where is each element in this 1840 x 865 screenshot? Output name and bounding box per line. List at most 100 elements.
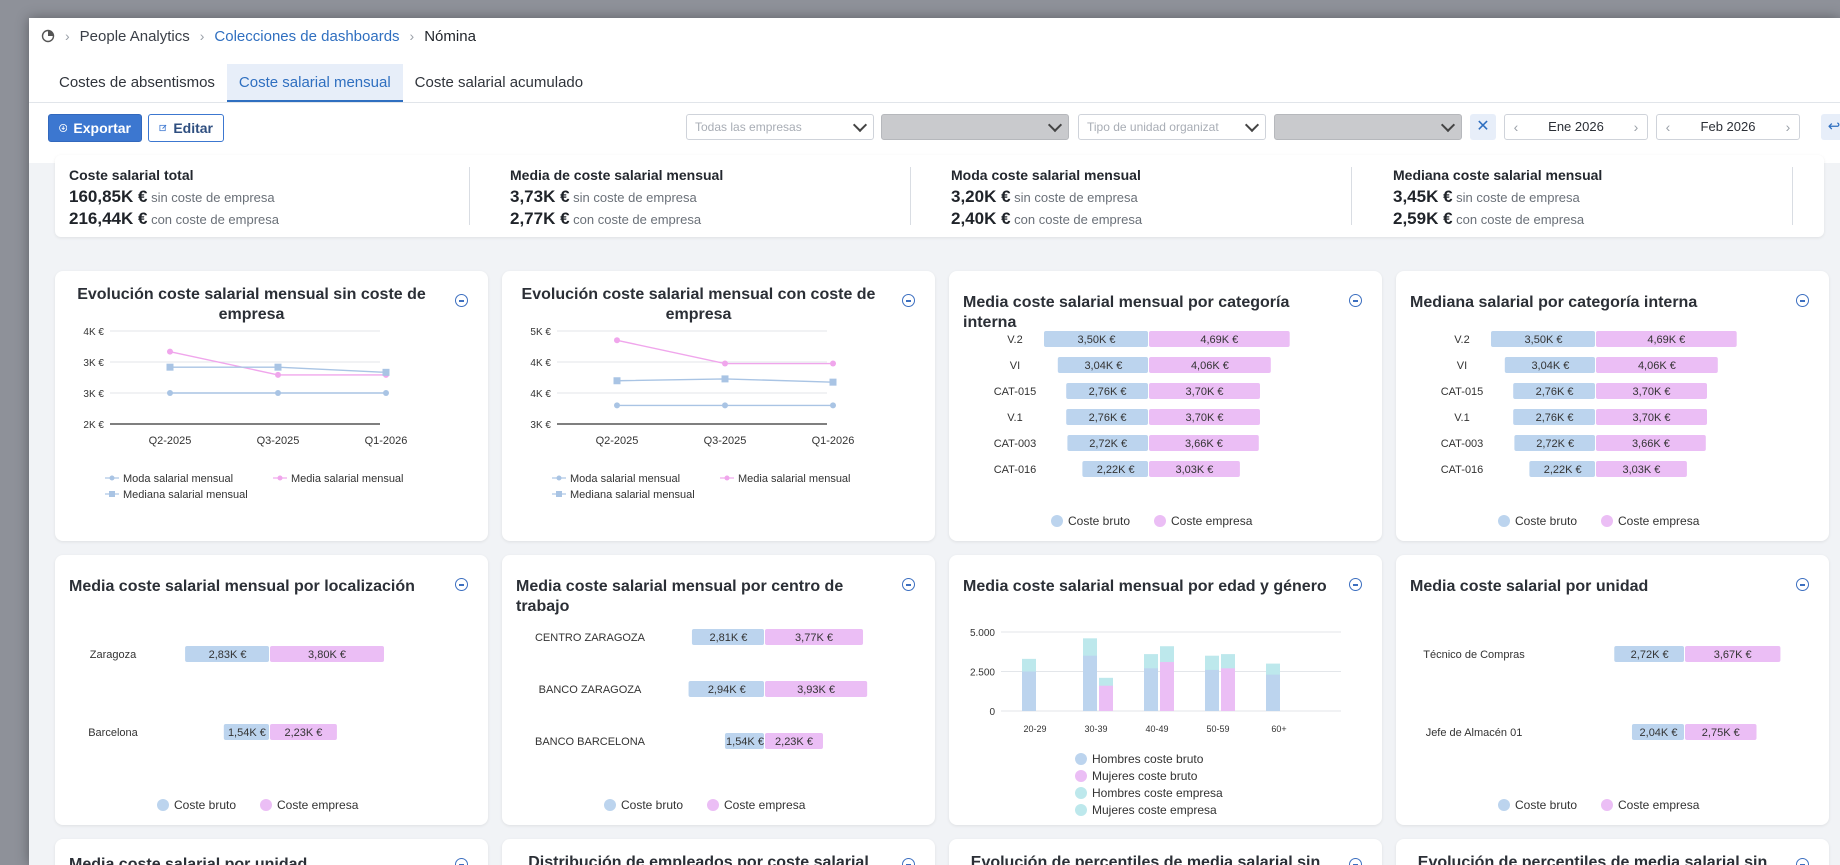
chevron-right-icon[interactable]: › xyxy=(1627,115,1645,139)
y-tick-label: 5.000 xyxy=(970,628,995,639)
clear-filters-button[interactable]: ✕ xyxy=(1470,114,1496,140)
data-point xyxy=(830,360,836,367)
legend-label: Coste empresa xyxy=(724,798,806,812)
breadcrumb-separator: › xyxy=(409,28,415,44)
bar-coste-bruto xyxy=(1221,668,1235,711)
collapse-icon[interactable] xyxy=(902,858,915,865)
collapse-icon[interactable] xyxy=(455,858,468,865)
chevron-left-icon[interactable]: ‹ xyxy=(1507,115,1525,139)
data-point xyxy=(722,402,728,409)
bar-value-label: 2,72K € xyxy=(1536,438,1574,450)
bar-value-label: 3,03K € xyxy=(1622,464,1660,476)
data-point xyxy=(614,337,620,344)
data-point xyxy=(722,360,728,367)
category-label: Técnico de Compras xyxy=(1423,649,1525,661)
card-title-line: Evolución coste salarial mensual con cos… xyxy=(521,286,876,303)
collapse-icon[interactable] xyxy=(455,294,468,307)
bar-value-label: 4,06K € xyxy=(1638,360,1676,372)
bar-coste-bruto xyxy=(1022,671,1036,711)
date-from-picker[interactable]: ‹ Ene 2026 › xyxy=(1504,114,1648,140)
legend-marker xyxy=(556,475,562,481)
breadcrumb-collection[interactable]: Colecciones de dashboards xyxy=(214,28,399,45)
export-button[interactable]: Exportar xyxy=(48,114,142,142)
bar-value-label: 1,54K € xyxy=(228,727,266,739)
unit-select[interactable] xyxy=(1274,114,1462,140)
x-tick-label: 50-59 xyxy=(1206,724,1229,734)
y-tick-label: 4K € xyxy=(83,327,104,338)
dashboard-tabs: Costes de absentismos Coste salarial men… xyxy=(47,64,595,102)
kpi-line: 3,45K € sin coste de empresa xyxy=(1393,187,1813,207)
bar-value-label: 3,70K € xyxy=(1186,412,1224,424)
kpi-divider xyxy=(469,167,470,225)
data-point xyxy=(167,348,173,355)
collapse-icon[interactable] xyxy=(1349,858,1362,865)
legend-marker xyxy=(707,799,719,811)
x-tick-label: Q2-2025 xyxy=(596,435,639,447)
bar-value-label: 1,54K € xyxy=(726,736,764,748)
tab-coste-salarial-acumulado[interactable]: Coste salarial acumulado xyxy=(403,64,595,102)
edit-icon xyxy=(159,124,167,132)
legend-label: Coste bruto xyxy=(174,798,236,812)
tabs-divider xyxy=(29,102,1840,103)
close-icon: ✕ xyxy=(1476,118,1490,135)
x-tick-label: 40-49 xyxy=(1145,724,1168,734)
bar-value-label: 3,70K € xyxy=(1633,386,1671,398)
legend-label: Moda salarial mensual xyxy=(570,473,680,485)
legend-label: Media salarial mensual xyxy=(738,473,851,485)
bar-value-label: 2,76K € xyxy=(1089,386,1127,398)
kpi-moda: Moda coste salarial mensual 3,20K € sin … xyxy=(951,167,1371,229)
data-point xyxy=(613,377,621,385)
bar-value-label: 2,76K € xyxy=(1536,386,1574,398)
card-unidad-2: Media coste salarial por unidad xyxy=(55,839,488,865)
chevron-right-icon[interactable]: › xyxy=(1779,115,1797,139)
y-tick-label: 0 xyxy=(989,707,995,718)
legend-label: Coste empresa xyxy=(1618,798,1700,812)
data-point xyxy=(829,378,837,386)
company-select-placeholder: Todas las empresas xyxy=(695,120,802,134)
breadcrumb-current: Nómina xyxy=(424,27,476,45)
export-label: Exportar xyxy=(73,120,131,136)
unit-type-select[interactable]: Tipo de unidad organizat xyxy=(1078,114,1266,140)
analytics-icon[interactable] xyxy=(41,29,55,43)
bar-value-label: 3,70K € xyxy=(1186,386,1224,398)
kpi-note: con coste de empresa xyxy=(573,212,702,227)
date-from-value: Ene 2026 xyxy=(1548,119,1604,134)
breadcrumb-root[interactable]: People Analytics xyxy=(80,28,190,45)
data-point xyxy=(275,371,281,378)
y-tick-label: 5K € xyxy=(530,327,551,338)
kpi-value: 2,40K € xyxy=(951,209,1011,228)
legend-marker xyxy=(1075,804,1087,816)
tab-coste-salarial-mensual[interactable]: Coste salarial mensual xyxy=(226,64,403,102)
tab-costes-absentismos[interactable]: Costes de absentismos xyxy=(47,64,227,102)
edit-button[interactable]: Editar xyxy=(148,114,224,142)
legend-label: Coste bruto xyxy=(621,798,683,812)
card-title: Distribución de empleados por coste sala… xyxy=(528,854,869,865)
data-point xyxy=(614,402,620,409)
date-to-picker[interactable]: ‹ Feb 2026 › xyxy=(1656,114,1800,140)
category-label: CAT-003 xyxy=(1441,438,1484,450)
collapse-icon[interactable] xyxy=(1796,858,1809,865)
legend-marker xyxy=(109,475,115,481)
data-point xyxy=(274,363,282,371)
company-select[interactable]: Todas las empresas xyxy=(686,114,874,140)
x-tick-label: Q2-2025 xyxy=(149,435,192,447)
legend-label: Mediana salarial mensual xyxy=(570,489,695,501)
kpi-line: 3,73K € sin coste de empresa xyxy=(510,187,930,207)
bar-coste-bruto xyxy=(1160,662,1174,711)
bar-coste-bruto xyxy=(1099,685,1113,711)
category-label: CAT-016 xyxy=(994,464,1037,476)
legend-marker xyxy=(1601,799,1613,811)
company-detail-select[interactable] xyxy=(881,114,1069,140)
chevron-left-icon[interactable]: ‹ xyxy=(1659,115,1677,139)
collapse-icon[interactable] xyxy=(902,294,915,307)
category-label: CAT-015 xyxy=(1441,386,1484,398)
breadcrumb-separator: › xyxy=(199,28,205,44)
legend-label: Coste empresa xyxy=(277,798,359,812)
bar-value-label: 3,04K € xyxy=(1084,360,1122,372)
reset-button[interactable]: ↩ xyxy=(1821,114,1840,140)
bar-value-label: 3,80K € xyxy=(308,649,346,661)
chevron-down-icon xyxy=(1440,117,1456,133)
x-tick-label: Q1-2026 xyxy=(365,435,408,447)
legend-label: Media salarial mensual xyxy=(291,473,404,485)
bar-value-label: 2,72K € xyxy=(1631,649,1669,661)
